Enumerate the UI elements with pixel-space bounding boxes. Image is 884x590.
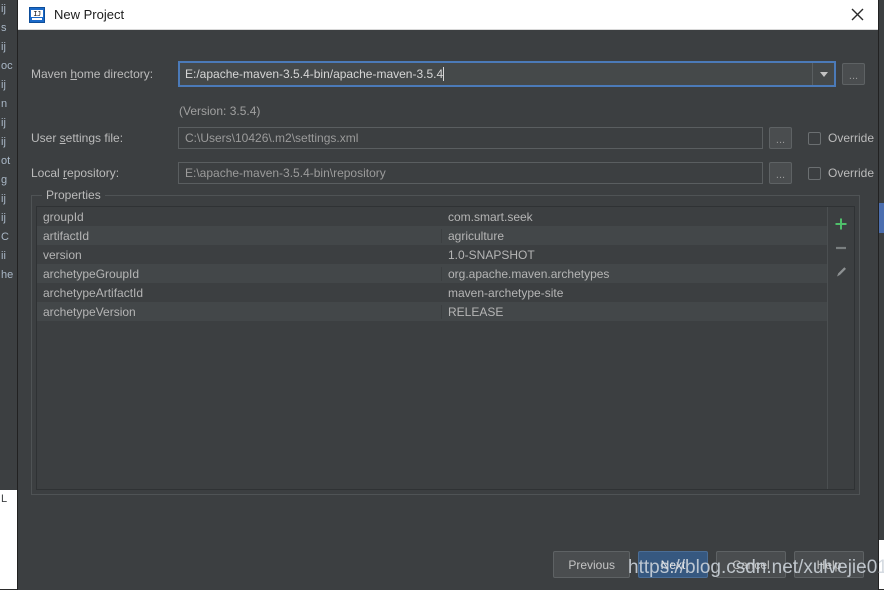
chevron-down-glyph xyxy=(820,72,828,77)
local-repository-input[interactable]: E:\apache-maven-3.5.4-bin\repository xyxy=(178,162,763,184)
user-settings-override-checkbox[interactable]: Override xyxy=(808,131,874,145)
pencil-icon[interactable] xyxy=(829,260,853,284)
local-repository-override-label: Override xyxy=(828,166,874,180)
property-value: maven-archetype-site xyxy=(442,286,827,300)
ide-editor-area[interactable]: L xyxy=(0,490,18,589)
ide-tree-item[interactable]: ij xyxy=(0,76,18,95)
local-repository-label-pre: Local xyxy=(31,166,63,180)
new-project-dialog: IJ New Project Maven home directory: E:/… xyxy=(18,0,878,589)
previous-button[interactable]: Previous xyxy=(553,551,630,578)
minus-icon[interactable] xyxy=(829,236,853,260)
user-settings-override-box[interactable] xyxy=(808,132,821,145)
ide-scrollbar-thumb[interactable] xyxy=(878,203,884,233)
plus-icon[interactable] xyxy=(829,212,853,236)
maven-home-browse-button[interactable]: ... xyxy=(842,63,865,85)
property-key: groupId xyxy=(37,210,442,224)
dialog-title: New Project xyxy=(54,7,124,22)
close-icon[interactable] xyxy=(836,0,878,28)
help-button[interactable]: Help xyxy=(794,551,864,578)
table-row[interactable]: groupIdcom.smart.seek xyxy=(37,207,827,226)
dialog-body: Maven home directory: E:/apache-maven-3.… xyxy=(18,30,878,590)
ide-tree-item[interactable]: ot xyxy=(0,152,18,171)
local-repository-label: Local repository: xyxy=(31,166,178,180)
ide-tree-item[interactable]: he xyxy=(0,266,18,285)
ide-tree-item[interactable]: oc xyxy=(0,57,18,76)
ide-tree-item[interactable]: ij xyxy=(0,0,18,19)
user-settings-override-label: Override xyxy=(828,131,874,145)
ide-vertical-scrollbar[interactable] xyxy=(878,0,884,540)
table-row[interactable]: version1.0-SNAPSHOT xyxy=(37,245,827,264)
property-value: agriculture xyxy=(442,229,827,243)
ide-editor-line[interactable]: L xyxy=(0,490,18,509)
dialog-button-bar: Previous Next Cancel Help xyxy=(553,551,864,578)
ide-project-tree-pane[interactable]: ijsijocijnijijotgijijCiihe xyxy=(0,0,19,490)
properties-group-box: Properties groupIdcom.smart.seekartifact… xyxy=(31,195,860,495)
properties-panel: groupIdcom.smart.seekartifactIdagricultu… xyxy=(36,206,855,490)
local-repository-value: E:\apache-maven-3.5.4-bin\repository xyxy=(185,166,386,180)
ide-tree-item[interactable]: s xyxy=(0,19,18,38)
text-caret xyxy=(443,67,444,81)
dialog-title-bar: IJ New Project xyxy=(18,0,878,30)
table-row[interactable]: archetypeArtifactIdmaven-archetype-site xyxy=(37,283,827,302)
intellij-idea-icon-bar xyxy=(32,18,42,20)
user-settings-label-post: ettings file: xyxy=(66,131,123,145)
properties-toolbar xyxy=(827,207,854,489)
property-value: org.apache.maven.archetypes xyxy=(442,267,827,281)
maven-home-directory-input[interactable]: E:/apache-maven-3.5.4-bin/apache-maven-3… xyxy=(180,67,812,81)
user-settings-file-label: User settings file: xyxy=(31,131,178,145)
ide-tree-item[interactable]: ij xyxy=(0,209,18,228)
local-repository-override-checkbox[interactable]: Override xyxy=(808,166,874,180)
table-row[interactable]: archetypeGroupIdorg.apache.maven.archety… xyxy=(37,264,827,283)
user-settings-file-value: C:\Users\10426\.m2\settings.xml xyxy=(185,131,358,145)
ide-tree-item[interactable]: n xyxy=(0,95,18,114)
local-repository-row: Local repository: E:\apache-maven-3.5.4-… xyxy=(31,162,874,184)
property-key: version xyxy=(37,248,442,262)
property-key: archetypeVersion xyxy=(37,305,442,319)
properties-table[interactable]: groupIdcom.smart.seekartifactIdagricultu… xyxy=(37,207,827,489)
maven-home-directory-row: Maven home directory: E:/apache-maven-3.… xyxy=(31,61,865,87)
ide-tree-item[interactable]: ij xyxy=(0,190,18,209)
maven-home-label-post: ome directory: xyxy=(77,67,153,81)
property-key: artifactId xyxy=(37,229,442,243)
user-settings-file-input[interactable]: C:\Users\10426\.m2\settings.xml xyxy=(178,127,763,149)
ide-tree-item[interactable]: C xyxy=(0,228,18,247)
local-repository-label-post: epository: xyxy=(67,166,119,180)
user-settings-browse-button[interactable]: ... xyxy=(769,127,792,149)
table-row[interactable]: archetypeVersionRELEASE xyxy=(37,302,827,321)
local-repository-browse-button[interactable]: ... xyxy=(769,162,792,184)
intellij-idea-icon-letters: IJ xyxy=(31,10,43,17)
ide-tree-item[interactable]: ij xyxy=(0,114,18,133)
property-value: RELEASE xyxy=(442,305,827,319)
properties-legend: Properties xyxy=(42,188,105,202)
user-settings-file-row: User settings file: C:\Users\10426\.m2\s… xyxy=(31,127,874,149)
maven-home-directory-value: E:/apache-maven-3.5.4-bin/apache-maven-3… xyxy=(185,67,443,81)
maven-home-directory-label: Maven home directory: xyxy=(31,67,178,81)
ide-tree-item[interactable]: g xyxy=(0,171,18,190)
maven-home-label-pre: Maven xyxy=(31,67,70,81)
table-row[interactable]: artifactIdagriculture xyxy=(37,226,827,245)
chevron-down-icon[interactable] xyxy=(812,63,834,85)
property-key: archetypeArtifactId xyxy=(37,286,442,300)
maven-version-note: (Version: 3.5.4) xyxy=(179,104,260,118)
property-value: 1.0-SNAPSHOT xyxy=(442,248,827,262)
property-key: archetypeGroupId xyxy=(37,267,442,281)
property-value: com.smart.seek xyxy=(442,210,827,224)
user-settings-label-pre: User xyxy=(31,131,60,145)
ide-tree-item[interactable]: ij xyxy=(0,133,18,152)
ide-editor-right-strip xyxy=(878,540,884,589)
next-button[interactable]: Next xyxy=(638,551,708,578)
cancel-button[interactable]: Cancel xyxy=(716,551,786,578)
local-repository-override-box[interactable] xyxy=(808,167,821,180)
ide-tree-item[interactable]: ij xyxy=(0,38,18,57)
ide-tree-item[interactable]: ii xyxy=(0,247,18,266)
intellij-idea-icon: IJ xyxy=(29,7,45,23)
maven-home-directory-combobox[interactable]: E:/apache-maven-3.5.4-bin/apache-maven-3… xyxy=(178,61,836,87)
